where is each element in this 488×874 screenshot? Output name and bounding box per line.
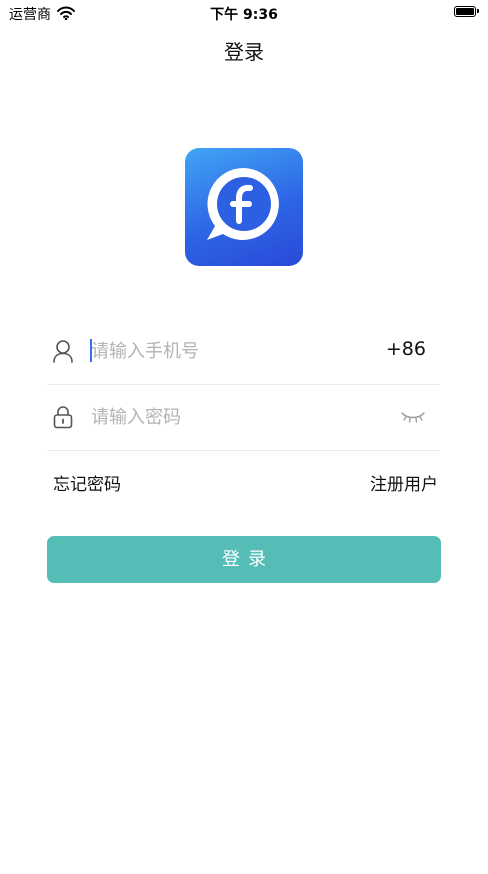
forgot-password-link[interactable]: 忘记密码: [53, 470, 121, 495]
chat-f-icon: [207, 167, 279, 240]
password-field-row: [47, 384, 440, 451]
status-bar: 运营商 下午 9:36: [0, 0, 488, 26]
password-input[interactable]: [91, 401, 361, 433]
app-logo: [185, 148, 303, 266]
register-link[interactable]: 注册用户: [370, 470, 438, 495]
phone-field-row: +86: [47, 318, 440, 385]
text-cursor: [90, 339, 92, 362]
status-time: 下午 9:36: [210, 7, 278, 23]
country-code[interactable]: +86: [386, 338, 426, 360]
eye-closed-icon[interactable]: [400, 408, 426, 424]
lock-icon: [52, 405, 74, 429]
page-title: 登录: [224, 40, 264, 64]
user-icon: [52, 339, 74, 363]
phone-input[interactable]: [91, 335, 361, 367]
battery-icon: [454, 6, 479, 17]
login-button[interactable]: 登录: [47, 536, 441, 583]
